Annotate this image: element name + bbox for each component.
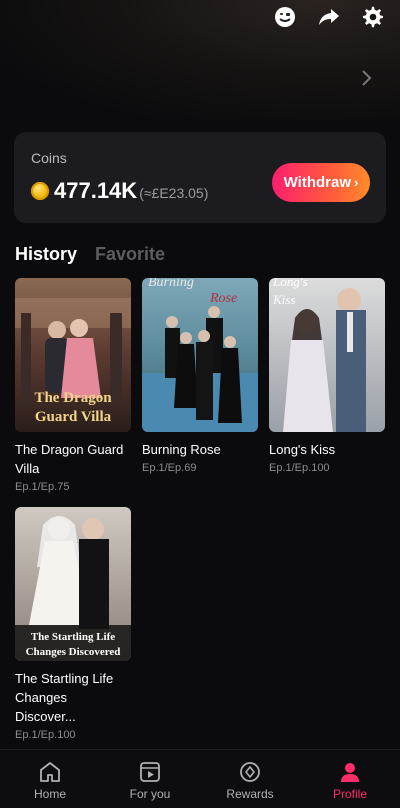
coins-card: Coins 477.14K (≈£E23.05) Withdraw ›: [14, 132, 386, 223]
nav-label: Home: [33, 787, 66, 801]
history-card[interactable]: The Startling Life Changes Discovered Th…: [15, 507, 131, 741]
coin-approx-value: (≈£E23.05): [139, 184, 209, 201]
history-card[interactable]: Burning Rose Burning Rose Ep.1/Ep.69: [142, 278, 258, 474]
card-title-line1: The Dragon Guard: [15, 442, 124, 457]
nav-item-rewards[interactable]: Rewards: [200, 750, 300, 808]
nav-item-home[interactable]: Home: [0, 750, 100, 808]
rewards-icon: [237, 759, 263, 785]
chevron-right-icon[interactable]: [358, 68, 374, 88]
withdraw-label: Withdraw: [283, 174, 352, 191]
card-title-line1: Long's Kiss: [269, 442, 336, 457]
poster-image[interactable]: Burning Rose: [142, 278, 258, 432]
card-episode: Ep.1/Ep.69: [142, 462, 197, 474]
card-title-line1: Burning Rose: [142, 442, 221, 457]
poster-title-line2: Rose: [209, 291, 237, 306]
nav-item-profile[interactable]: Profile: [300, 750, 400, 808]
settings-icon[interactable]: [360, 4, 386, 30]
coin-icon: [31, 182, 49, 200]
play-icon: [137, 759, 163, 785]
card-episode: Ep.1/Ep.100: [269, 462, 330, 474]
home-icon: [37, 759, 63, 785]
tab-favorite[interactable]: Favorite: [95, 244, 165, 265]
history-tabs: History Favorite: [15, 244, 165, 265]
poster-title-line2: Kiss: [272, 292, 295, 307]
coin-amount: 477.14K: [54, 178, 138, 203]
nav-label: For you: [129, 787, 171, 801]
poster-title-line1: The Dragon: [34, 390, 112, 406]
card-title: The Startling Life Changes Discover...: [15, 669, 131, 726]
poster-title-line1: Long's: [272, 278, 308, 289]
bottom-navigation: Home For you Rewards Profile: [0, 749, 400, 808]
withdraw-button[interactable]: Withdraw ›: [272, 163, 370, 202]
poster-title-line2: Changes Discovered: [26, 646, 121, 658]
poster-title-line1: Burning: [148, 278, 194, 290]
poster-image[interactable]: The Dragon Guard Villa: [15, 278, 131, 432]
nav-label: Rewards: [226, 787, 274, 801]
history-card[interactable]: The Dragon Guard Villa The Dragon Guard …: [15, 278, 131, 493]
profile-icon: [337, 759, 363, 785]
poster-image[interactable]: Long's Kiss: [269, 278, 385, 432]
share-icon[interactable]: [316, 4, 342, 30]
nav-label: Profile: [332, 787, 367, 801]
poster-title-line2: Guard Villa: [35, 409, 112, 425]
card-title-line2: Villa: [15, 461, 40, 476]
coins-title: Coins: [31, 150, 67, 166]
tab-history[interactable]: History: [15, 244, 77, 265]
emoji-icon[interactable]: [272, 4, 298, 30]
nav-item-for-you[interactable]: For you: [100, 750, 200, 808]
top-toolbar: [272, 4, 386, 30]
poster-image[interactable]: The Startling Life Changes Discovered: [15, 507, 131, 661]
card-title-line2: Changes Discover...: [15, 690, 76, 724]
card-episode: Ep.1/Ep.100: [15, 729, 76, 741]
coin-balance: 477.14K (≈£E23.05): [31, 178, 208, 204]
card-episode: Ep.1/Ep.75: [15, 481, 70, 493]
card-title: Burning Rose: [142, 440, 258, 459]
card-title-line1: The Startling Life: [15, 671, 114, 686]
card-title: The Dragon Guard Villa: [15, 440, 131, 478]
history-card[interactable]: Long's Kiss Long's Kiss Ep.1/Ep.100: [269, 278, 385, 474]
chevron-right-icon: ›: [354, 175, 359, 190]
poster-title-line1: The Startling Life: [31, 631, 115, 643]
card-title: Long's Kiss: [269, 440, 385, 459]
